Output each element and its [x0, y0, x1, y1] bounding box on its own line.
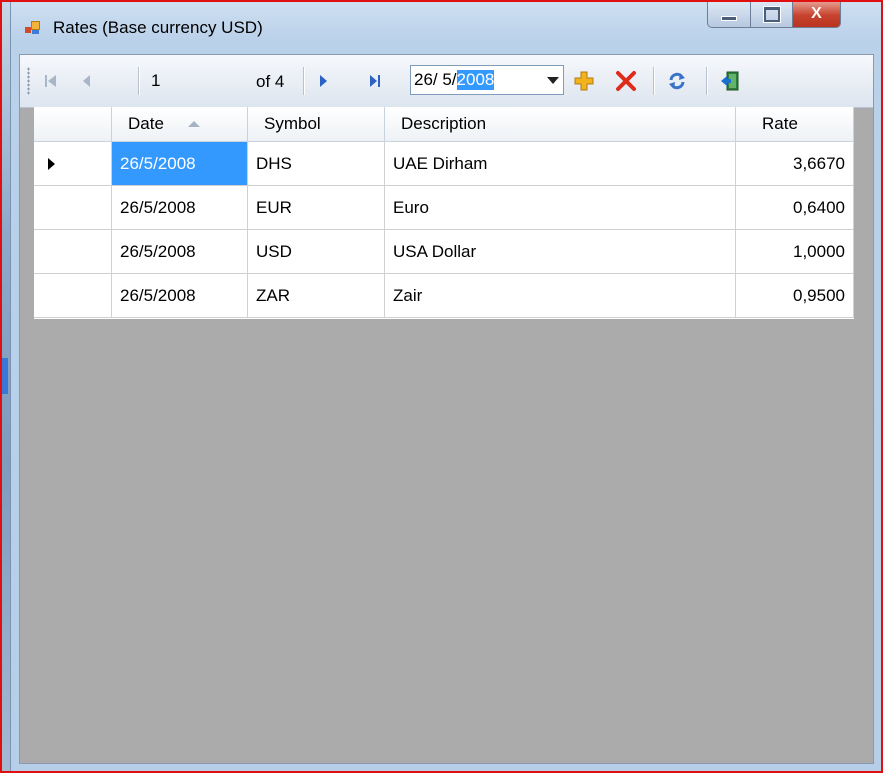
chevron-down-icon[interactable] [547, 77, 559, 84]
column-label: Symbol [264, 114, 321, 133]
sort-ascending-icon [187, 121, 200, 127]
move-first-icon [45, 75, 56, 87]
exit-icon [721, 71, 739, 91]
toolbar-grip[interactable] [27, 67, 30, 95]
column-header-symbol[interactable]: Symbol [248, 107, 385, 142]
title-bar[interactable]: Rates (Base currency USD) X [11, 0, 882, 54]
desktop-highlight [2, 358, 8, 394]
close-icon: X [811, 5, 822, 22]
toolbar-separator [303, 67, 304, 95]
cell-date[interactable]: 26/5/2008 [112, 186, 248, 230]
row-header[interactable] [34, 274, 112, 318]
column-label: Date [128, 114, 164, 133]
toolbar-separator [138, 67, 139, 95]
cell-rate[interactable]: 3,6670 [736, 142, 854, 186]
table-row[interactable]: 26/5/2008 ZAR Zair 0,9500 [34, 274, 854, 318]
column-header-description[interactable]: Description [385, 107, 736, 142]
delete-button[interactable] [612, 67, 640, 95]
row-header[interactable] [34, 230, 112, 274]
column-header-rate[interactable]: Rate [736, 107, 854, 142]
maximize-button[interactable] [751, 0, 793, 28]
cell-symbol[interactable]: EUR [248, 186, 385, 230]
cell-description[interactable]: UAE Dirham [385, 142, 736, 186]
table-row[interactable]: 26/5/2008 USD USA Dollar 1,0000 [34, 230, 854, 274]
add-new-button[interactable] [571, 67, 597, 95]
date-picker[interactable]: 26/ 5/2008 [410, 65, 564, 95]
rates-window: Rates (Base currency USD) X of 4 [10, 0, 881, 771]
binding-navigator: of 4 26/ 5/2008 [20, 55, 873, 108]
row-header-corner[interactable] [34, 107, 112, 142]
rates-grid[interactable]: Date Symbol Description Rate 26/5/2008 D… [34, 107, 854, 319]
cell-rate[interactable]: 0,9500 [736, 274, 854, 318]
position-input[interactable] [149, 69, 231, 93]
move-last-icon [370, 75, 380, 87]
move-previous-button[interactable] [74, 67, 100, 95]
cell-description[interactable]: USA Dollar [385, 230, 736, 274]
desktop-edge [0, 0, 10, 773]
cell-rate[interactable]: 0,6400 [736, 186, 854, 230]
move-next-button[interactable] [310, 67, 336, 95]
refresh-button[interactable] [663, 67, 691, 95]
table-row[interactable]: 26/5/2008 DHS UAE Dirham 3,6670 [34, 142, 854, 186]
cell-description[interactable]: Zair [385, 274, 736, 318]
cell-date[interactable]: 26/5/2008 [112, 274, 248, 318]
move-next-icon [320, 75, 327, 87]
move-last-button[interactable] [362, 67, 388, 95]
form-client-area: of 4 26/ 5/2008 [19, 54, 874, 764]
cell-date[interactable]: 26/5/2008 [112, 142, 248, 186]
toolbar-separator [706, 67, 707, 95]
column-label: Description [401, 114, 487, 133]
cell-date[interactable]: 26/5/2008 [112, 230, 248, 274]
app-icon[interactable] [25, 21, 41, 35]
move-first-button[interactable] [38, 67, 64, 95]
delete-icon [616, 71, 636, 91]
count-label: of 4 [256, 72, 285, 91]
window-title: Rates (Base currency USD) [53, 18, 263, 37]
date-day-month: 26/ 5/ [414, 70, 457, 89]
move-previous-icon [83, 75, 90, 87]
caption-buttons: X [707, 0, 841, 30]
toolbar-separator [653, 67, 654, 95]
cell-symbol[interactable]: ZAR [248, 274, 385, 318]
exit-button[interactable] [716, 67, 744, 95]
add-new-icon [574, 71, 594, 91]
close-button[interactable]: X [793, 0, 841, 28]
row-header[interactable] [34, 142, 112, 186]
table-row[interactable]: 26/5/2008 EUR Euro 0,6400 [34, 186, 854, 230]
row-header[interactable] [34, 186, 112, 230]
cell-rate[interactable]: 1,0000 [736, 230, 854, 274]
maximize-icon [763, 6, 780, 22]
column-header-date[interactable]: Date [112, 107, 248, 142]
cell-symbol[interactable]: USD [248, 230, 385, 274]
cell-description[interactable]: Euro [385, 186, 736, 230]
column-label: Rate [762, 114, 798, 133]
cell-symbol[interactable]: DHS [248, 142, 385, 186]
date-year-selected: 2008 [456, 70, 495, 90]
minimize-icon [721, 15, 737, 21]
refresh-icon [669, 72, 685, 90]
current-row-icon [48, 158, 55, 170]
minimize-button[interactable] [707, 0, 751, 28]
